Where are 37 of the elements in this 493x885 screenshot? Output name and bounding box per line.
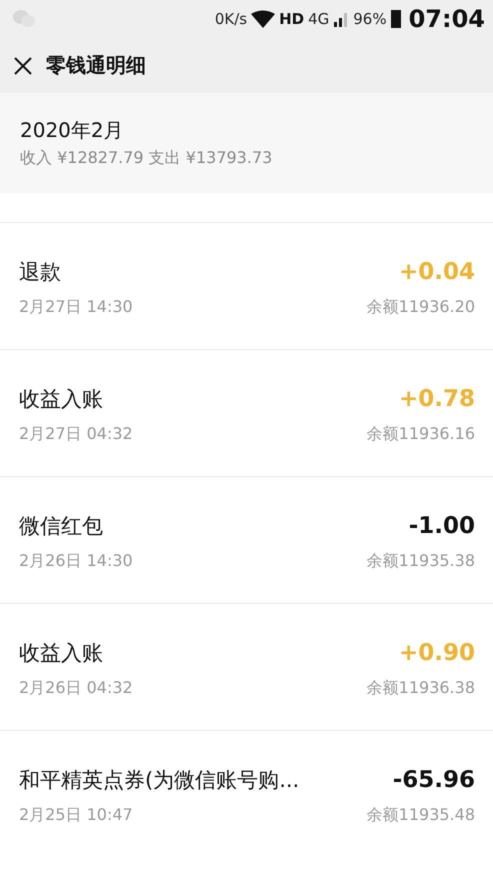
transaction-title: 收益入账 — [19, 640, 103, 667]
transaction-row[interactable]: 收益入账 +0.78 2月27日 04:32 余额11936.16 — [0, 349, 493, 476]
clock: 07:04 — [408, 5, 485, 33]
transaction-time: 2月27日 14:30 — [19, 296, 133, 318]
transaction-row[interactable]: 退款 +0.04 2月27日 14:30 余额11936.20 — [0, 222, 493, 349]
balance-text: 余额11936.38 — [366, 677, 475, 699]
transaction-time: 2月26日 14:30 — [19, 550, 133, 572]
month-totals: 收入 ¥12827.79 支出 ¥13793.73 — [20, 148, 274, 169]
network-speed: 0K/s — [214, 10, 248, 28]
balance-text: 余额11936.20 — [366, 296, 475, 318]
transaction-title: 收益入账 — [19, 386, 103, 413]
transaction-amount: -1.00 — [408, 512, 475, 541]
page-title: 零钱通明细 — [46, 52, 146, 79]
wifi-icon — [251, 10, 276, 28]
transaction-amount: +0.78 — [398, 385, 475, 414]
battery-icon — [390, 10, 401, 28]
month-title[interactable]: 2020年2月 — [20, 117, 473, 144]
battery-percent: 96% — [353, 10, 387, 28]
transaction-title: 退款 — [19, 259, 61, 286]
transaction-row[interactable]: 收益入账 +0.90 2月26日 04:32 余额11936.38 — [0, 603, 493, 730]
transaction-time: 2月25日 10:47 — [19, 804, 133, 826]
transaction-time: 2月26日 04:32 — [19, 677, 133, 699]
transaction-title: 微信红包 — [19, 513, 103, 540]
signal-icon — [333, 11, 350, 27]
balance-text: 余额11935.48 — [366, 804, 475, 826]
transaction-row[interactable]: 微信红包 -1.00 2月26日 14:30 余额11935.38 — [0, 476, 493, 603]
transaction-amount: +0.04 — [398, 258, 475, 287]
close-icon[interactable] — [14, 56, 32, 74]
transaction-title: 和平精英点券(为微信账号购... — [19, 767, 300, 794]
balance-text: 余额11936.16 — [366, 423, 475, 445]
network-label: 4G — [308, 10, 330, 28]
transaction-time: 2月27日 04:32 — [19, 423, 133, 445]
transaction-amount: +0.90 — [398, 639, 475, 668]
hd-label: HD — [279, 10, 304, 28]
balance-text: 余额11935.38 — [366, 550, 475, 572]
transaction-amount: -65.96 — [392, 766, 475, 795]
transaction-row[interactable]: 和平精英点券(为微信账号购... -65.96 2月25日 10:47 余额11935.48 — [0, 730, 493, 857]
